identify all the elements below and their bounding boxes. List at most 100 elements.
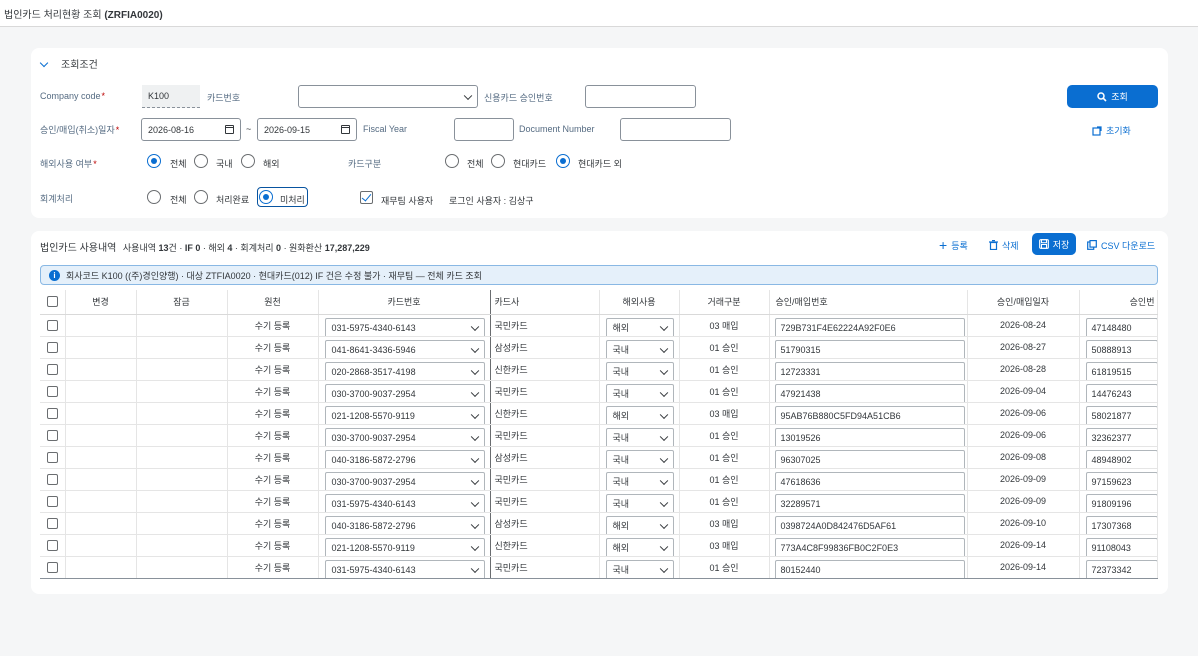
row-select-cell[interactable] [40,358,66,381]
overseas-select[interactable]: 해외 [605,405,674,423]
card-no-select[interactable]: 020-2868-3517-4198 [324,361,485,379]
card-no-select[interactable]: 030-3700-9037-2954 [324,427,485,445]
finance-user-checkbox[interactable] [360,191,373,204]
row-select-cell[interactable] [40,314,66,337]
company-code-field[interactable]: K100 [142,85,200,108]
col-source[interactable]: 원천 [227,290,319,315]
row-select-cell[interactable] [40,424,66,447]
row-select-cell[interactable] [40,446,66,469]
doc-no-input[interactable]: 47618636 [774,471,965,489]
card-no-select[interactable]: 021-1208-5570-9119 [324,405,485,423]
doc-no-input[interactable]: 51790315 [774,339,965,357]
approval-no-input[interactable]: 97159623 [1085,471,1156,489]
calendar-icon[interactable] [225,125,234,134]
table-row[interactable]: 수기 등록 020-2868-3517-4198 신한카드 국내 01 승인 127233… [40,358,1158,381]
approval-no-input[interactable]: 48948902 [1085,449,1156,467]
table-row[interactable]: 수기 등록 021-1208-5570-9119 신한카드 해외 03 매입 773A4C… [40,534,1158,557]
approval-no-input[interactable]: 50888913 [1085,339,1156,357]
card-no-select[interactable]: 031-5975-4340-6143 [324,317,485,335]
row-select-cell[interactable] [40,380,66,403]
overseas-select[interactable]: 국내 [605,559,674,577]
doc-no-input[interactable]: 80152440 [774,559,965,577]
select-all-checkbox[interactable] [46,296,58,308]
overseas-select[interactable]: 해외 [605,317,674,335]
col-date[interactable]: 승인/매입일자 [967,290,1080,315]
overseas-select[interactable]: 국내 [605,449,674,467]
overseas-abroad-radio[interactable] [241,154,255,168]
overseas-select[interactable]: 국내 [605,339,674,357]
table-row[interactable]: 수기 등록 041-8641-3436-5946 삼성카드 국내 01 승인 517903… [40,336,1158,359]
table-row[interactable]: 수기 등록 021-1208-5570-9119 신한카드 해외 03 매입 95AB76… [40,402,1158,425]
card-type-hyundai-radio[interactable] [491,154,505,168]
card-no-select[interactable]: 040-3186-5872-2796 [324,449,485,467]
row-select-cell[interactable] [40,534,66,557]
card-no-select[interactable]: 040-3186-5872-2796 [324,515,485,533]
doc-no-input[interactable]: 12723331 [774,361,965,379]
row-checkbox[interactable] [46,539,58,551]
delete-button[interactable]: 삭제 [989,237,1019,253]
doc-no-input[interactable]: 0398724A0D842476D5AF61 [774,515,965,533]
card-no-select[interactable]: 041-8641-3436-5946 [324,339,485,357]
approval-no-input[interactable]: 72373342 [1085,559,1156,577]
approval-no-input[interactable]: 91108043 [1085,537,1156,555]
table-row[interactable]: 수기 등록 040-3186-5872-2796 삼성카드 국내 01 승인 963070… [40,446,1158,469]
table-row[interactable]: 수기 등록 040-3186-5872-2796 삼성카드 해외 03 매입 039872… [40,512,1158,535]
table-row[interactable]: 수기 등록 031-5975-4340-6143 국민카드 국내 01 승인 322895… [40,490,1158,513]
overseas-select[interactable]: 해외 [605,515,674,533]
card-no-select[interactable]: 031-5975-4340-6143 [324,493,485,511]
row-checkbox[interactable] [46,319,58,331]
approval-no-input[interactable]: 91809196 [1085,493,1156,511]
overseas-select[interactable]: 국내 [605,493,674,511]
card-no-select[interactable]: 030-3700-9037-2954 [324,383,485,401]
overseas-select[interactable]: 국내 [605,471,674,489]
doc-no-input[interactable]: 32289571 [774,493,965,511]
card-type-all-radio[interactable] [445,154,459,168]
row-select-cell[interactable] [40,336,66,359]
approval-no-input[interactable]: 14476243 [1085,383,1156,401]
row-select-cell[interactable] [40,512,66,535]
col-card-company[interactable]: 카드사 [490,290,600,315]
doc-no-input[interactable]: 13019526 [774,427,965,445]
col-change[interactable]: 변경 [65,290,137,315]
document-number-input[interactable] [620,118,731,141]
overseas-select[interactable]: 국내 [605,361,674,379]
row-checkbox[interactable] [46,561,58,573]
row-checkbox[interactable] [46,407,58,419]
approval-no-input[interactable]: 58021877 [1085,405,1156,423]
add-button[interactable]: + 등록 [939,237,968,253]
overseas-select[interactable]: 해외 [605,537,674,555]
table-row[interactable]: 수기 등록 031-5975-4340-6143 국민카드 해외 03 매입 729B73… [40,314,1158,337]
approval-no-input[interactable]: 61819515 [1085,361,1156,379]
col-doc-no[interactable]: 승인/매입번호 [769,290,968,315]
doc-no-input[interactable]: 729B731F4E62224A92F0E6 [774,317,965,335]
doc-no-input[interactable]: 95AB76B880C5FD94A51CB6 [774,405,965,423]
card-no-select[interactable]: 030-3700-9037-2954 [324,471,485,489]
col-card-no[interactable]: 카드번호 [318,290,491,315]
overseas-all-radio[interactable] [147,154,161,168]
row-select-cell[interactable] [40,402,66,425]
approval-no-input[interactable]: 32362377 [1085,427,1156,445]
row-select-cell[interactable] [40,468,66,491]
row-checkbox[interactable] [46,473,58,485]
col-approval-no[interactable]: 승인번 [1079,290,1158,315]
row-select-cell[interactable] [40,556,66,579]
approval-no-input[interactable]: 17307368 [1085,515,1156,533]
select-all-header[interactable] [40,290,66,315]
col-overseas[interactable]: 해외사용 [599,290,680,315]
approval-no-input[interactable]: 47148480 [1085,317,1156,335]
card-no-select[interactable]: 031-5975-4340-6143 [324,559,485,577]
approval-no-input[interactable] [585,85,696,108]
row-checkbox[interactable] [46,341,58,353]
accounting-done-radio[interactable] [194,190,208,204]
csv-download-button[interactable]: CSV 다운로드 [1087,237,1155,253]
accounting-all-radio[interactable] [147,190,161,204]
card-no-select[interactable] [298,85,478,108]
row-checkbox[interactable] [46,451,58,463]
col-lock[interactable]: 잠금 [136,290,228,315]
doc-no-input[interactable]: 773A4C8F99836FB0C2F0E3 [774,537,965,555]
reset-button[interactable]: 초기화 [1092,124,1131,137]
row-checkbox[interactable] [46,363,58,375]
collapse-chevron-icon[interactable] [39,58,49,68]
calendar-icon[interactable] [341,125,350,134]
row-checkbox[interactable] [46,495,58,507]
